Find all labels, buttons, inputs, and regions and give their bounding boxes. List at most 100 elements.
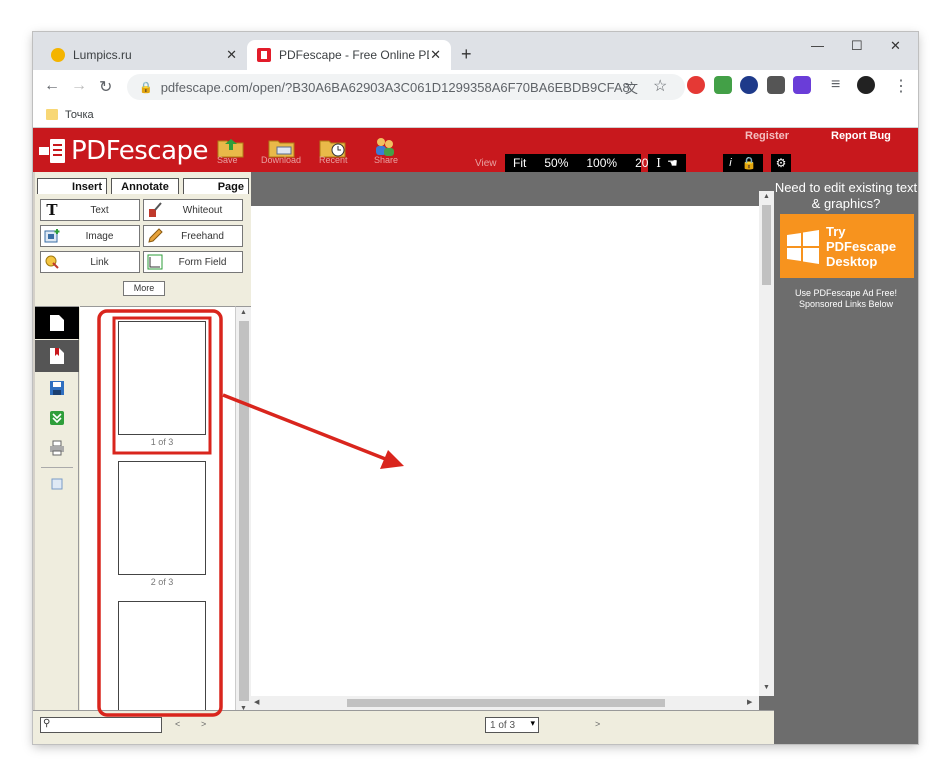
panel-tabs: Insert Annotate Page — [35, 176, 251, 194]
avatar[interactable] — [857, 76, 875, 94]
lock-tool-icon[interactable]: 🔒 — [742, 156, 757, 170]
image-tool-button[interactable]: Image — [40, 225, 140, 247]
sidebar-tools — [35, 306, 79, 716]
reload-icon[interactable]: ↻ — [99, 77, 112, 97]
recent-label: Recent — [319, 155, 348, 165]
more-button[interactable]: More — [123, 281, 165, 296]
close-tab-icon[interactable]: ✕ — [430, 47, 441, 63]
scroll-up-icon[interactable]: ▲ — [240, 309, 247, 316]
save-disk-icon[interactable] — [49, 379, 65, 397]
pencil-icon — [147, 228, 163, 244]
zoom-50-button[interactable]: 50% — [535, 156, 577, 170]
search-prev-button[interactable]: < — [175, 719, 180, 729]
zoom-100-button[interactable]: 100% — [577, 156, 626, 170]
new-tab-icon[interactable]: + — [461, 44, 472, 65]
form-field-tool-button[interactable]: Form Field — [143, 251, 243, 273]
app-header: PDFescape Save Download Recent Share Reg… — [33, 128, 918, 172]
ad-headline: Need to edit existing text & graphics? — [774, 180, 918, 211]
pdf-page[interactable] — [251, 206, 759, 696]
ad-box-text: Try PDFescape Desktop — [826, 224, 897, 269]
menu-kebab-icon[interactable]: ⋮ — [893, 76, 909, 96]
pdfescape-favicon-icon — [257, 48, 271, 62]
next-page-button[interactable]: > — [595, 719, 600, 729]
zoom-fit-button[interactable]: Fit — [505, 156, 535, 170]
text-tool-button[interactable]: T Text — [40, 199, 140, 221]
page-select[interactable]: 1 of 3 ▾ — [485, 717, 539, 733]
address-bar[interactable]: 🔒 pdfescape.com/open/?B30A6BA62903A3C061… — [127, 74, 685, 100]
extension-red-icon[interactable] — [687, 76, 705, 94]
tab-page-label: Page — [217, 180, 244, 193]
page-thumbnail-1[interactable] — [118, 321, 206, 435]
report-bug-link[interactable]: Report Bug — [831, 130, 891, 142]
thumbnail-scrollbar[interactable]: ▲ ▼ — [235, 306, 251, 716]
bookmarks-tab[interactable] — [35, 340, 79, 372]
browser-window: Lumpics.ru ✕ PDFescape - Free Online PDF… — [33, 32, 918, 744]
link-tool-button[interactable]: Link — [40, 251, 140, 273]
tab-annotate[interactable]: Annotate — [111, 178, 179, 194]
close-window-icon[interactable]: ✕ — [890, 38, 901, 54]
scroll-right-icon[interactable]: ▶ — [747, 698, 752, 706]
maximize-icon[interactable]: ☐ — [851, 38, 863, 54]
freehand-tool-label: Freehand — [181, 230, 224, 242]
page-thumbnail-2[interactable] — [118, 461, 206, 575]
info-icon[interactable]: i — [729, 157, 731, 169]
bottom-bar: ⚲ < > 1 of 3 ▾ > — [33, 710, 774, 744]
search-next-button[interactable]: > — [201, 719, 206, 729]
bookmark-tochka[interactable]: Точка — [65, 109, 94, 121]
document-vertical-scrollbar[interactable]: ▲ ▼ — [759, 191, 774, 696]
thumbnail-scroll-thumb[interactable] — [239, 321, 249, 701]
translate-icon[interactable]: 文 — [625, 78, 638, 97]
text-cursor-icon[interactable]: I — [656, 156, 661, 170]
view-label: View — [475, 158, 497, 169]
tab-pdfescape[interactable]: PDFescape - Free Online PDF Edi ✕ — [247, 40, 451, 70]
try-desktop-ad[interactable]: Try PDFescape Desktop — [780, 214, 914, 278]
thumbnail-label-1: 1 of 3 — [150, 437, 174, 447]
minimize-icon[interactable]: — — [811, 38, 824, 53]
zoom-options: Fit 50% 100% 200% — [505, 154, 666, 172]
search-input[interactable]: ⚲ — [40, 717, 162, 733]
tab-strip: Lumpics.ru ✕ PDFescape - Free Online PDF… — [33, 32, 918, 70]
image-tool-label: Image — [85, 230, 114, 242]
document-horizontal-scrollbar[interactable]: ◀ ▶ — [251, 696, 759, 710]
close-tab-icon[interactable]: ✕ — [226, 47, 237, 63]
extension-purple-icon[interactable] — [793, 76, 811, 94]
pages-tab-active[interactable] — [35, 307, 79, 339]
scroll-left-icon[interactable]: ◀ — [254, 698, 259, 706]
reading-list-icon[interactable]: ≡ — [831, 76, 840, 94]
download-green-icon[interactable] — [49, 409, 65, 427]
pdfescape-logo: PDFescape — [39, 136, 209, 166]
print-icon[interactable] — [49, 439, 65, 457]
text-T-icon: T — [46, 201, 58, 219]
link-icon — [44, 254, 60, 270]
zoom-bar: View — [475, 154, 505, 172]
tab-page[interactable]: Page — [183, 178, 249, 194]
page-properties-icon[interactable] — [49, 475, 65, 493]
tab-insert[interactable]: Insert — [37, 178, 107, 194]
divider — [41, 467, 73, 468]
bookmark-star-icon[interactable]: ☆ — [653, 76, 667, 96]
freehand-tool-button[interactable]: Freehand — [143, 225, 243, 247]
register-link[interactable]: Register — [745, 130, 789, 142]
whiteout-tool-button[interactable]: Whiteout — [143, 199, 243, 221]
hand-tool-icon[interactable]: ☚ — [667, 156, 678, 170]
vertical-scroll-thumb[interactable] — [762, 205, 771, 285]
scroll-down-icon[interactable]: ▼ — [763, 684, 770, 691]
settings-gear-icon[interactable]: ⚙ — [771, 154, 791, 172]
document-area: ▲ ▼ ◀ ▶ — [251, 172, 774, 710]
folder-icon — [46, 109, 58, 120]
back-arrow-icon[interactable]: ← — [44, 77, 60, 95]
share-label: Share — [374, 155, 399, 165]
logo-mark-icon — [39, 139, 65, 163]
page-icon — [50, 315, 64, 331]
page-thumbnail-3[interactable] — [118, 601, 206, 715]
ad-footer: Use PDFescape Ad Free! Sponsored Links B… — [794, 288, 898, 309]
tab-lumpics[interactable]: Lumpics.ru ✕ — [41, 40, 247, 70]
extension-cube-icon[interactable] — [767, 76, 785, 94]
tab-annotate-label: Annotate — [121, 180, 169, 193]
scroll-up-icon[interactable]: ▲ — [763, 193, 770, 200]
whiteout-brush-icon — [147, 202, 163, 218]
forward-arrow-icon[interactable]: → — [71, 77, 87, 95]
extension-check-icon[interactable] — [714, 76, 732, 94]
extension-globe-icon[interactable] — [740, 76, 758, 94]
horizontal-scroll-thumb[interactable] — [347, 699, 665, 707]
